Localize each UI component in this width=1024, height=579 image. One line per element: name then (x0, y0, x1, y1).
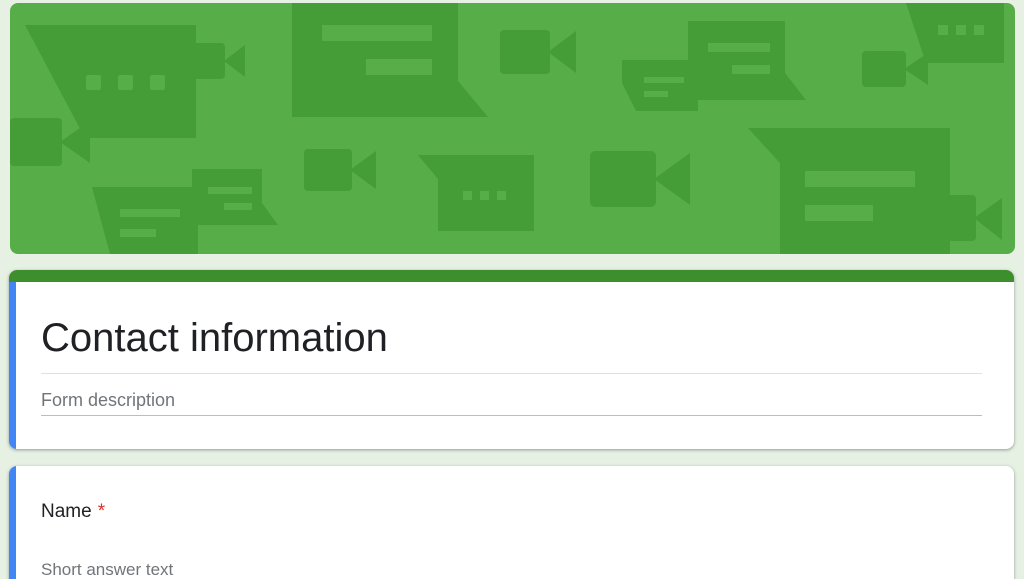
short-answer-placeholder: Short answer text (41, 560, 174, 579)
chat-bubble-icon (748, 128, 950, 254)
question-title[interactable]: Name * (41, 501, 105, 523)
video-camera-icon (10, 118, 90, 166)
header-accent-stripe (9, 270, 1014, 282)
form-title-input[interactable]: Contact information (41, 314, 388, 362)
title-underline (41, 373, 982, 374)
required-asterisk: * (97, 501, 106, 522)
banner-pattern (10, 3, 1004, 254)
chat-bubble-icon (192, 169, 278, 225)
form-title-card[interactable]: Contact information Form description (9, 270, 1014, 449)
video-camera-icon (304, 149, 376, 191)
chat-bubble-icon (92, 187, 198, 254)
form-description-input[interactable]: Form description (41, 390, 175, 411)
chat-bubble-icon (622, 60, 698, 111)
chat-bubble-icon (292, 3, 488, 117)
question-title-text: Name (41, 501, 92, 522)
form-editor-page: Contact information Form description Nam… (0, 0, 1024, 579)
chat-bubble-icon (906, 3, 1004, 63)
chat-bubble-icon (418, 155, 534, 231)
video-camera-icon (922, 195, 1002, 241)
description-underline (41, 415, 982, 416)
selected-indicator-stripe (9, 466, 16, 579)
video-camera-icon (862, 51, 928, 87)
header-banner (10, 3, 1015, 254)
video-camera-icon (590, 151, 690, 207)
video-camera-icon (500, 30, 576, 74)
chat-bubble-icon (688, 21, 806, 100)
video-camera-icon (183, 43, 245, 79)
question-card[interactable]: Name * Short answer text (9, 466, 1014, 579)
selected-indicator-stripe (9, 282, 16, 449)
